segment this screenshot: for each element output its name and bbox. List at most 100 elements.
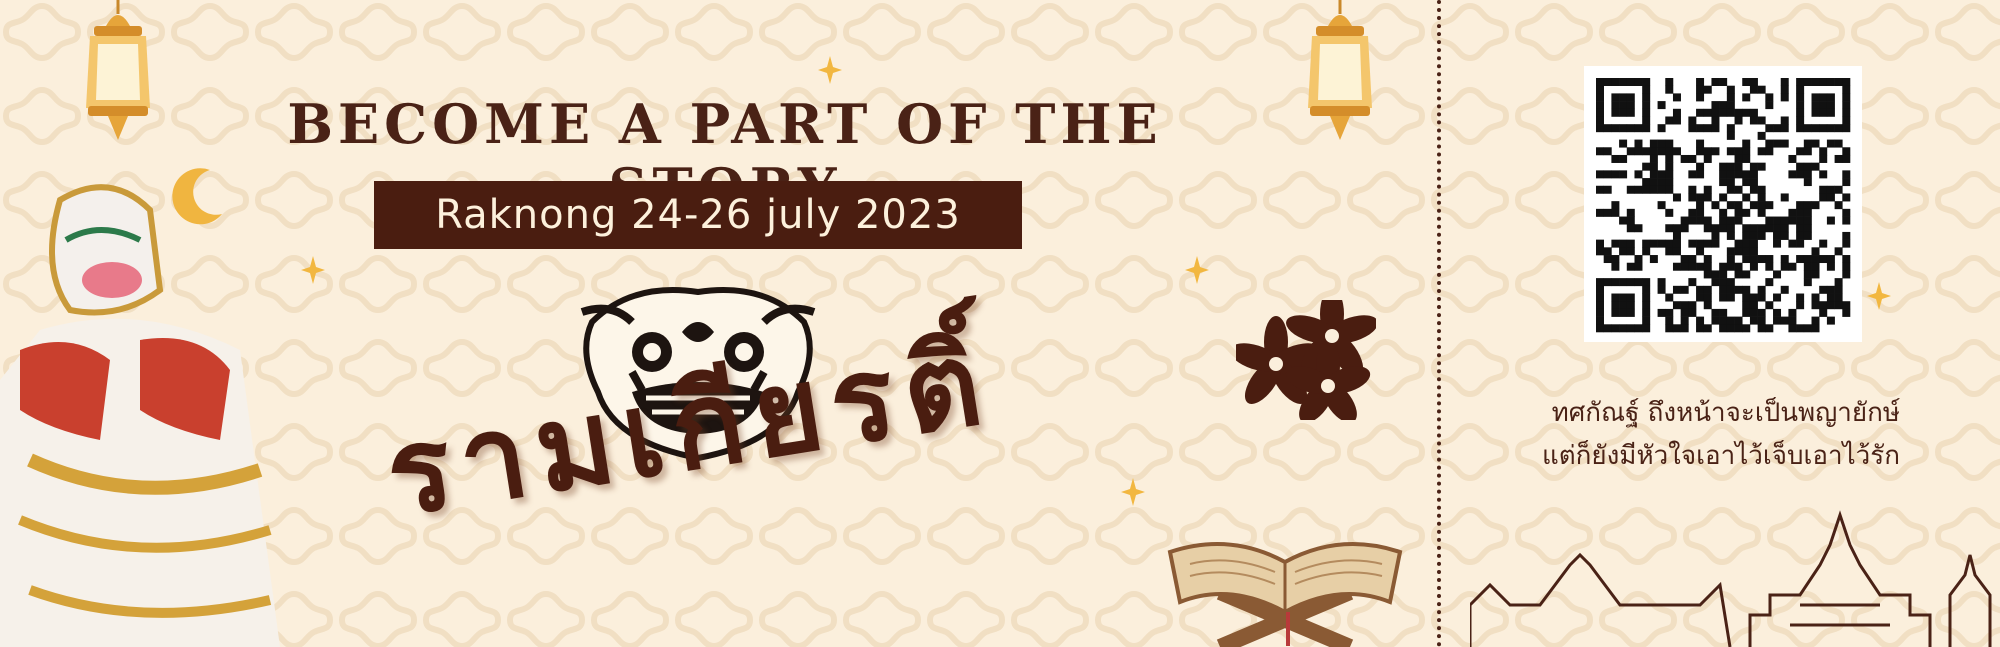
flower-icon bbox=[1236, 300, 1376, 420]
qr-module bbox=[1626, 278, 1635, 287]
qr-module bbox=[1596, 308, 1604, 317]
qr-module bbox=[1680, 308, 1689, 317]
qr-module bbox=[1665, 208, 1674, 217]
qr-module bbox=[1711, 239, 1720, 248]
qr-module bbox=[1634, 139, 1643, 148]
qr-module bbox=[1803, 224, 1812, 233]
qr-module bbox=[1657, 185, 1666, 194]
qr-module bbox=[1842, 93, 1851, 102]
qr-module bbox=[1749, 116, 1758, 125]
qr-module bbox=[1626, 247, 1635, 256]
qr-module bbox=[1603, 185, 1612, 194]
qr-module bbox=[1619, 124, 1628, 133]
qr-module bbox=[1780, 139, 1789, 148]
qr-module bbox=[1826, 301, 1835, 310]
qr-module bbox=[1834, 139, 1843, 148]
sparkle-icon bbox=[1867, 282, 1891, 310]
sparkle-icon bbox=[818, 56, 842, 84]
qr-module bbox=[1611, 239, 1620, 248]
qr-module bbox=[1619, 324, 1628, 333]
qr-module bbox=[1642, 178, 1651, 187]
qr-module bbox=[1734, 285, 1743, 294]
qr-module bbox=[1749, 262, 1758, 271]
qr-module bbox=[1696, 193, 1705, 202]
qr-module bbox=[1672, 147, 1681, 156]
qr-module bbox=[1611, 154, 1620, 163]
qr-module bbox=[1773, 224, 1782, 233]
qr-module bbox=[1803, 139, 1812, 148]
qr-module bbox=[1672, 224, 1681, 233]
qr-module bbox=[1626, 101, 1635, 110]
qr-module bbox=[1611, 208, 1620, 217]
qr-module bbox=[1672, 262, 1681, 271]
qr-module bbox=[1619, 239, 1628, 248]
qr-module bbox=[1773, 293, 1782, 302]
qr-module bbox=[1842, 193, 1851, 202]
qr-module bbox=[1834, 201, 1843, 210]
qr-module bbox=[1680, 216, 1689, 225]
qr-module bbox=[1726, 224, 1735, 233]
qr-module bbox=[1703, 108, 1712, 117]
qr-module bbox=[1634, 262, 1643, 271]
qr-module bbox=[1696, 85, 1705, 94]
qr-module bbox=[1757, 208, 1766, 217]
qr-module bbox=[1688, 216, 1697, 225]
qr-module bbox=[1642, 147, 1651, 156]
qr-module bbox=[1688, 239, 1697, 248]
qr-module bbox=[1649, 147, 1658, 156]
qr-code-pattern bbox=[1596, 78, 1851, 333]
qr-module bbox=[1596, 285, 1604, 294]
qr-module bbox=[1642, 316, 1651, 325]
qr-module bbox=[1749, 178, 1758, 187]
qr-module bbox=[1703, 124, 1712, 133]
qr-module bbox=[1742, 154, 1751, 163]
qr-module bbox=[1726, 85, 1735, 94]
qr-module bbox=[1711, 116, 1720, 125]
qr-module bbox=[1803, 255, 1812, 264]
qr-module bbox=[1619, 108, 1628, 117]
qr-module bbox=[1726, 162, 1735, 171]
qr-module bbox=[1680, 316, 1689, 325]
qr-module bbox=[1757, 185, 1766, 194]
qr-module bbox=[1719, 162, 1728, 171]
qr-module bbox=[1796, 101, 1805, 110]
qr-module bbox=[1680, 285, 1689, 294]
qr-module bbox=[1657, 285, 1666, 294]
qr-module bbox=[1649, 162, 1658, 171]
qr-module bbox=[1788, 154, 1797, 163]
qr-module bbox=[1826, 262, 1835, 271]
qr-module bbox=[1688, 262, 1697, 271]
qr-module bbox=[1765, 216, 1774, 225]
qr-module bbox=[1665, 139, 1674, 148]
qr-module bbox=[1726, 201, 1735, 210]
qr-module bbox=[1742, 78, 1751, 86]
qr-module bbox=[1726, 293, 1735, 302]
qr-module bbox=[1696, 216, 1705, 225]
qr-module bbox=[1596, 239, 1604, 248]
qr-module bbox=[1665, 293, 1674, 302]
qr-module bbox=[1734, 147, 1743, 156]
qr-module bbox=[1626, 239, 1635, 248]
qr-module bbox=[1672, 285, 1681, 294]
qr-module bbox=[1611, 201, 1620, 210]
qr-module bbox=[1749, 316, 1758, 325]
qr-module bbox=[1742, 178, 1751, 187]
qr-module bbox=[1811, 139, 1820, 148]
qr-module bbox=[1719, 193, 1728, 202]
qr-module bbox=[1596, 78, 1604, 86]
qr-module bbox=[1649, 154, 1658, 163]
qr-module bbox=[1734, 316, 1743, 325]
qr-module bbox=[1796, 147, 1805, 156]
qr-module bbox=[1834, 301, 1843, 310]
qr-module bbox=[1842, 101, 1851, 110]
qr-module bbox=[1596, 293, 1604, 302]
qr-module bbox=[1811, 301, 1820, 310]
qr-module bbox=[1703, 216, 1712, 225]
qr-module bbox=[1734, 239, 1743, 248]
qr-module bbox=[1726, 185, 1735, 194]
qr-module bbox=[1688, 278, 1697, 287]
qr-module bbox=[1819, 285, 1828, 294]
qr-module bbox=[1742, 231, 1751, 240]
qr-code[interactable] bbox=[1584, 66, 1862, 342]
qr-module bbox=[1842, 301, 1851, 310]
